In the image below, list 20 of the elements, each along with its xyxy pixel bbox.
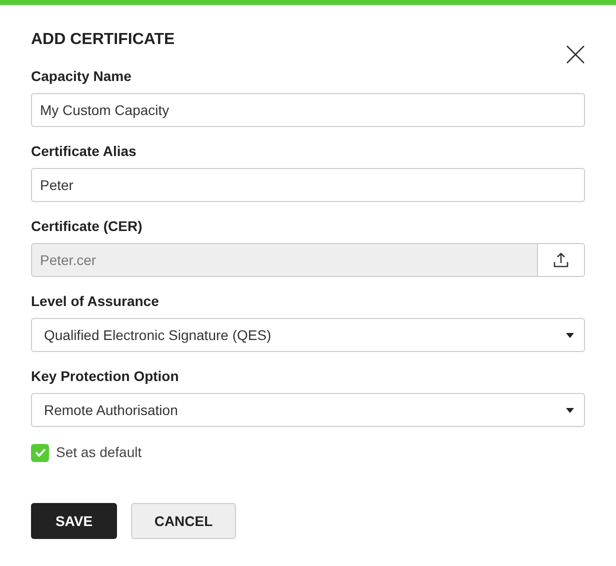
checkbox[interactable] xyxy=(31,444,49,462)
field-label: Certificate (CER) xyxy=(31,218,144,235)
field-label: Certificate Alias xyxy=(31,143,138,160)
dropdown[interactable]: Qualified Electronic Signature (QES) xyxy=(31,318,585,352)
close-icon[interactable] xyxy=(566,45,585,64)
dropdown[interactable]: Remote Authorisation xyxy=(31,393,585,427)
field-label: Capacity Name xyxy=(31,68,132,85)
field-label: Key Protection Option xyxy=(31,368,180,385)
check-icon xyxy=(34,448,46,457)
caret-icon xyxy=(566,408,574,412)
cancel-button[interactable]: CANCEL xyxy=(131,503,236,539)
input-field[interactable]: My Custom Capacity xyxy=(31,93,585,127)
field-label: Level of Assurance xyxy=(31,293,160,310)
save-button[interactable]: SAVE xyxy=(31,503,117,539)
upload-button[interactable] xyxy=(538,243,585,277)
input-field[interactable]: Peter xyxy=(31,168,585,202)
dialog-title: ADD CERTIFICATE xyxy=(31,30,175,50)
caret-icon xyxy=(566,332,574,338)
upload-icon xyxy=(553,252,569,268)
checkbox-label: Set as default xyxy=(56,443,142,462)
